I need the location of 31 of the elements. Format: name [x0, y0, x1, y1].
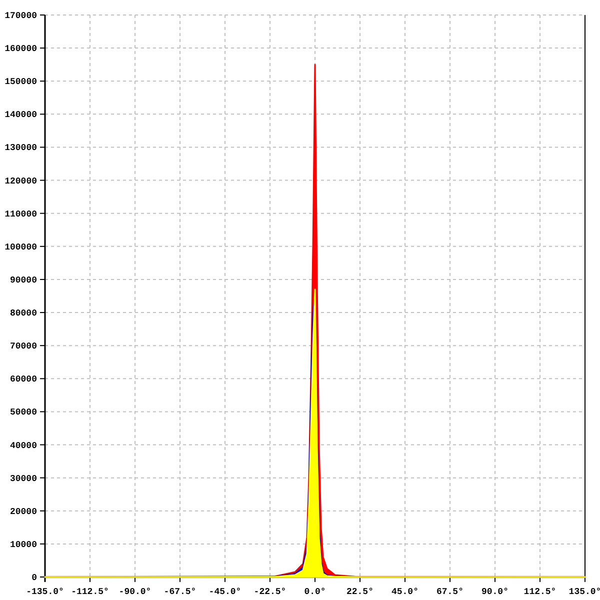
tick-label: 110000 [4, 209, 37, 220]
tick-label: 100000 [4, 242, 37, 252]
tick-label: 90000 [10, 275, 37, 286]
tick-label: 60000 [10, 374, 37, 385]
tick-label: 50000 [10, 408, 37, 418]
tick-label: 40000 [10, 440, 37, 451]
tick-label: 45.0° [392, 587, 418, 597]
tick-label: 170000 [4, 11, 37, 21]
tick-label: 160000 [4, 44, 37, 54]
tick-label: 120000 [4, 176, 37, 186]
tick-label: 10000 [10, 540, 37, 550]
tick-label: -90.0° [118, 587, 152, 597]
tick-label: 150000 [4, 77, 37, 88]
tick-label: 70000 [10, 342, 37, 352]
tick-label: 130000 [4, 143, 37, 154]
tick-label: -67.5° [164, 587, 196, 597]
tick-label: -135.0° [26, 587, 64, 597]
tick-label: 22.5° [346, 587, 374, 597]
tick-label: 80000 [10, 308, 37, 319]
tick-label: 112.5° [524, 587, 556, 597]
tick-label: 90.0° [482, 587, 508, 597]
tick-label: 135.0° [568, 587, 600, 597]
tick-label: 30000 [10, 474, 37, 484]
tick-label: 140000 [4, 110, 37, 120]
tick-label: -22.5° [254, 587, 286, 597]
tick-label: -112.5° [71, 587, 109, 597]
tick-label: 0.0° [304, 587, 326, 597]
tick-label: -45.0° [208, 587, 242, 597]
tick-label: 20000 [10, 506, 37, 517]
tick-label: 0 [32, 573, 37, 583]
tick-label: 67.5° [436, 587, 464, 597]
